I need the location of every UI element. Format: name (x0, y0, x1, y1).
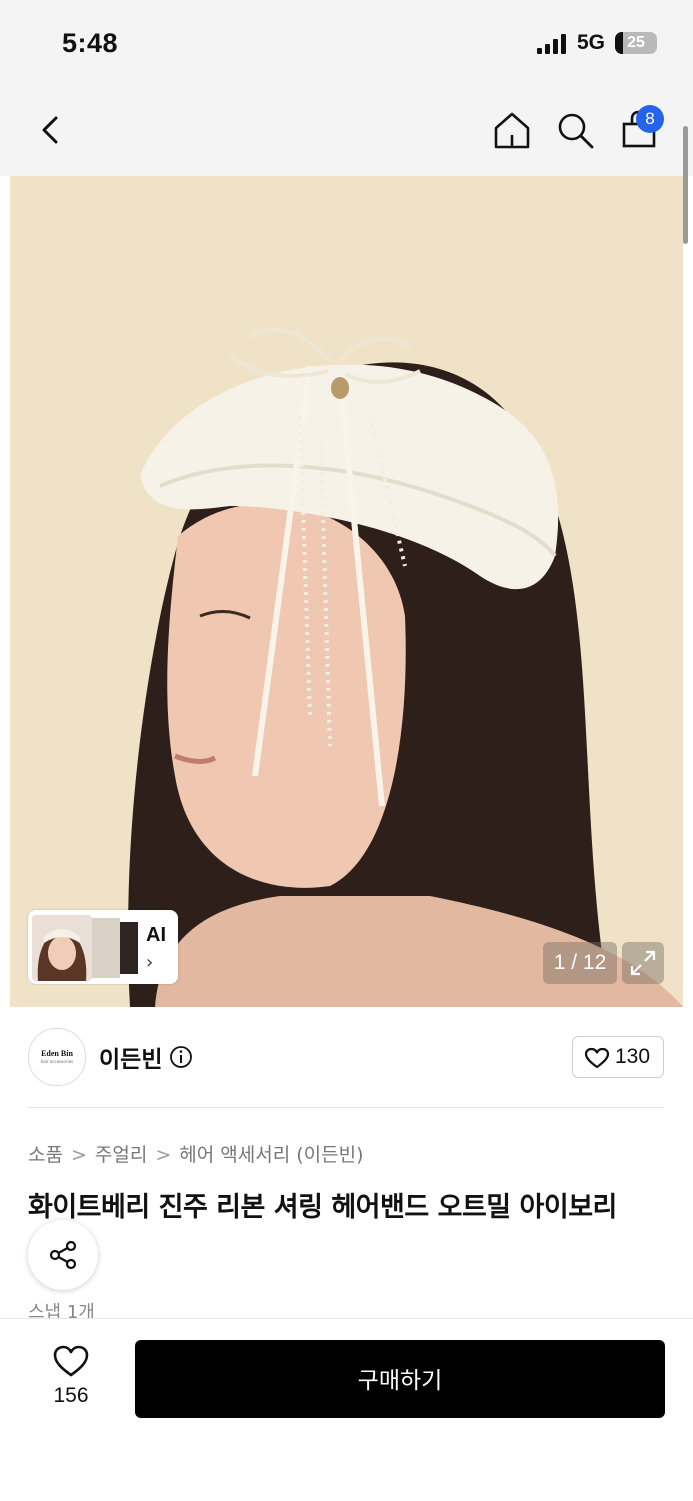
brand-like-count: 130 (615, 1045, 651, 1068)
share-icon (49, 1240, 77, 1270)
product-photo (10, 176, 683, 1007)
image-counter: 1 / 12 (543, 942, 617, 984)
brand-logo-subtext: hair accessories (40, 1059, 74, 1064)
expand-icon[interactable] (622, 942, 664, 984)
signal-icon (537, 34, 566, 54)
battery-level: 25 (627, 34, 645, 51)
search-icon[interactable] (553, 108, 597, 152)
brand-logo[interactable]: Eden Bin hair accessories (28, 1028, 86, 1086)
chevron-right-icon: › (146, 952, 154, 973)
scrollbar[interactable] (683, 126, 688, 244)
status-bar: 5:48 5G 25 (0, 0, 693, 88)
breadcrumb-separator: > (70, 1144, 87, 1166)
breadcrumb-separator: > (155, 1144, 172, 1166)
breadcrumb-item[interactable]: 헤어 액세서리 (이든빈) (179, 1144, 363, 1166)
ai-similar-button[interactable]: AI › (28, 910, 178, 984)
brand-like-button[interactable]: 130 (572, 1036, 664, 1078)
snap-count[interactable]: 스냅 1개 (28, 1298, 95, 1318)
info-icon[interactable] (169, 1045, 193, 1069)
divider (28, 1107, 664, 1108)
product-like-count: 156 (53, 1384, 89, 1407)
brand-name[interactable]: 이든빈 (99, 1040, 162, 1074)
battery-icon: 25 (615, 32, 657, 54)
heart-icon (53, 1345, 89, 1377)
share-button[interactable] (28, 1220, 98, 1290)
ai-thumbnail (32, 915, 92, 981)
brand-logo-text: Eden Bin (41, 1049, 73, 1058)
ai-thumbnail (120, 922, 138, 974)
home-icon[interactable] (490, 108, 534, 152)
network-type: 5G (577, 31, 606, 54)
breadcrumb: 소품 > 주얼리 > 헤어 액세서리 (이든빈) (28, 1140, 364, 1167)
product-image[interactable] (10, 176, 683, 1007)
breadcrumb-item[interactable]: 주얼리 (95, 1144, 147, 1166)
buy-button[interactable]: 구매하기 (135, 1340, 665, 1418)
cart-count-badge: 8 (636, 105, 664, 133)
top-nav-bar (0, 88, 693, 176)
status-time: 5:48 (62, 28, 119, 58)
ai-thumbnail (92, 918, 120, 978)
heart-icon (584, 1047, 610, 1069)
back-arrow-icon[interactable] (30, 108, 74, 152)
breadcrumb-item[interactable]: 소품 (28, 1144, 63, 1166)
product-title: 화이트베리 진주 리본 셔링 헤어밴드 오트밀 아이보리 (28, 1192, 617, 1223)
ai-label: AI (146, 924, 166, 946)
